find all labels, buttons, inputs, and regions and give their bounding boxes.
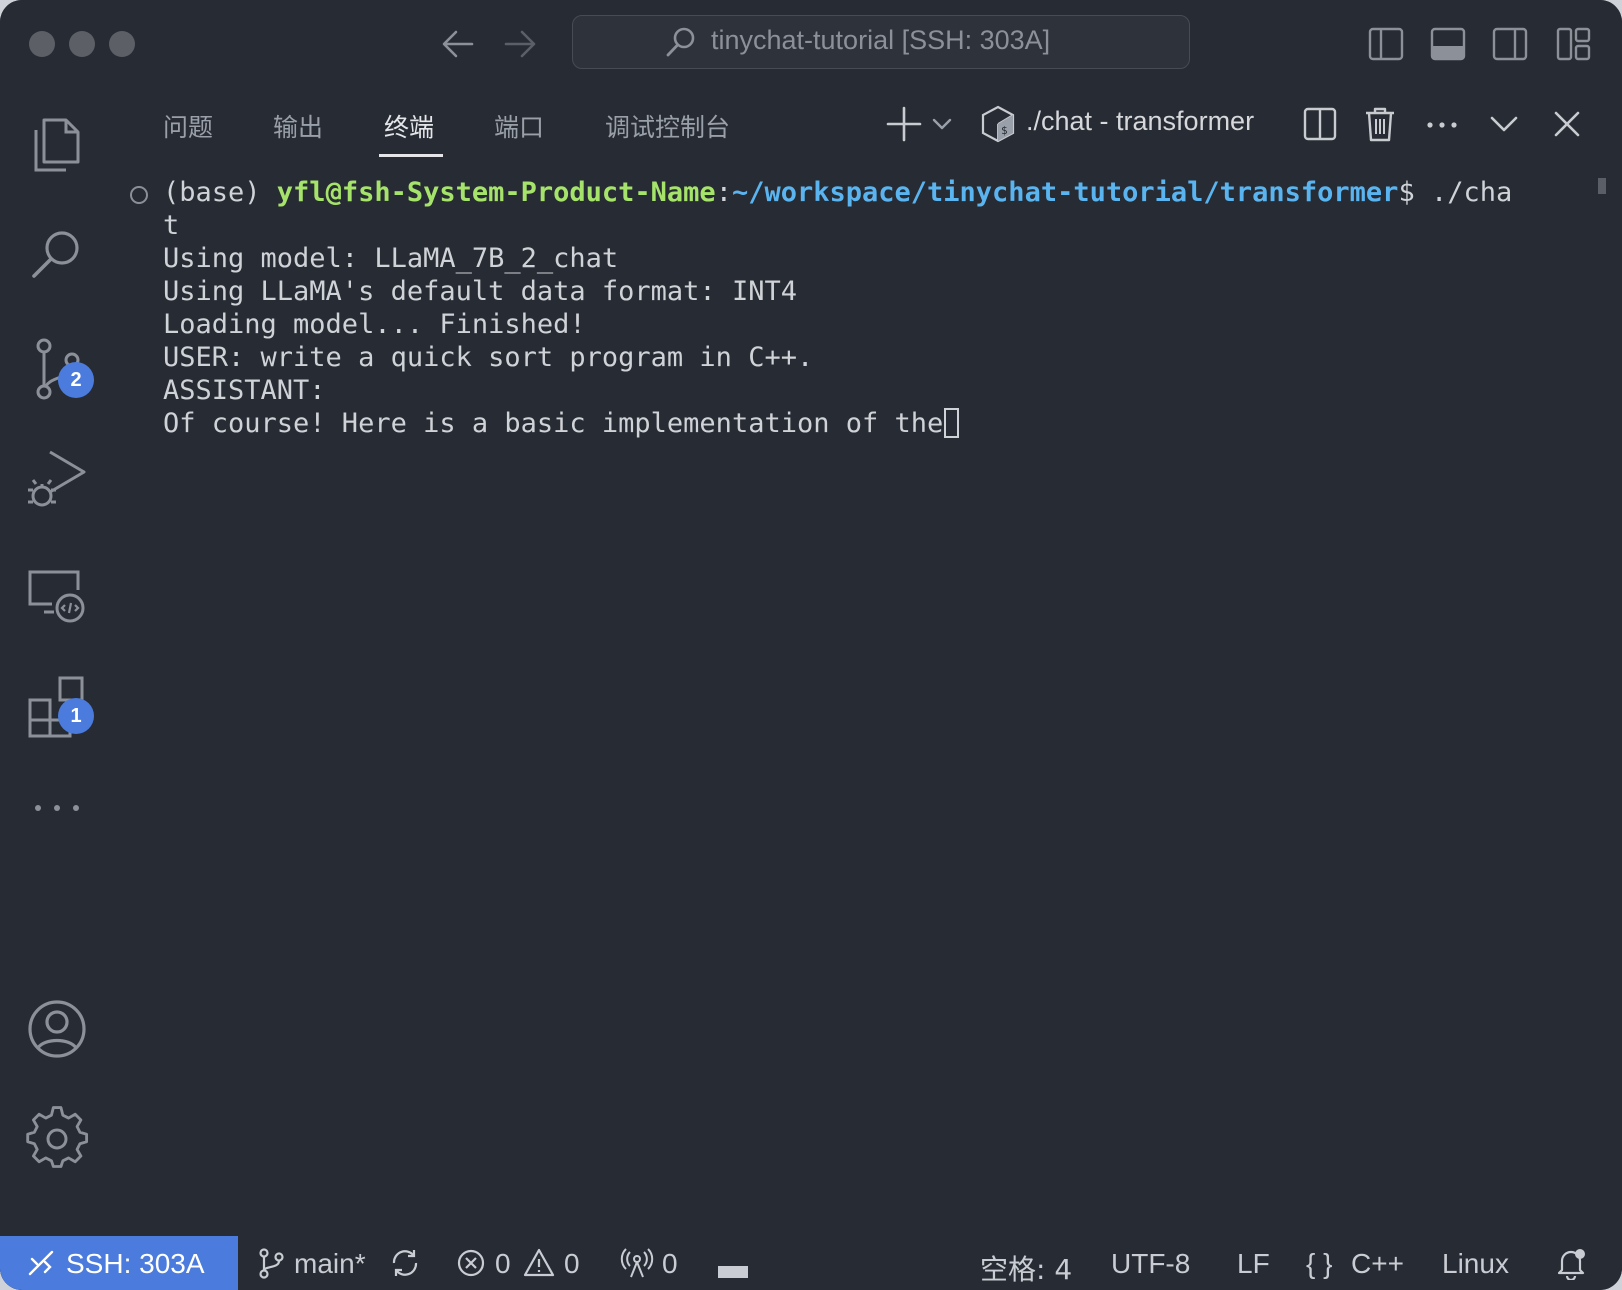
zoom-window-button[interactable]	[109, 31, 135, 57]
remote-explorer-button[interactable]	[22, 560, 92, 630]
broadcast-ports-icon	[620, 1248, 654, 1278]
prompt-separator: :	[715, 177, 732, 208]
search-icon	[666, 27, 695, 57]
svg-text:$: $	[1001, 124, 1008, 137]
customize-layout-icon[interactable]	[1554, 24, 1594, 64]
errors-count[interactable]: 0	[495, 1248, 511, 1280]
remote-explorer-icon	[28, 570, 85, 623]
panel-indicator-icon[interactable]	[718, 1266, 748, 1278]
tab-terminal[interactable]: 终端	[384, 108, 434, 144]
notifications-bell-icon[interactable]	[1554, 1246, 1588, 1280]
new-terminal-icon[interactable]	[884, 104, 924, 144]
terminal-line: Using model: LLaMA_7B_2_chat	[163, 243, 619, 274]
source-control-badge: 2	[58, 362, 94, 398]
language-braces-icon: { }	[1306, 1248, 1333, 1279]
remote-icon	[28, 1250, 54, 1276]
terminal-prompt-line: (base) yfl@fsh-System-Product-Name:~/wor…	[163, 176, 1512, 210]
toggle-secondary-sidebar-icon[interactable]	[1490, 24, 1530, 64]
terminal-cursor	[944, 408, 960, 438]
status-bar: SSH: 303A main* 0 0 0 空格: 4 UTF-8 LF {}…	[0, 1236, 1622, 1290]
prompt-user-host: yfl@fsh-System-Product-Name	[276, 177, 716, 208]
activity-bar: 2 1	[0, 88, 112, 1236]
more-icon	[35, 805, 79, 811]
git-branch-label[interactable]: main*	[294, 1248, 366, 1280]
go-forward-icon[interactable]	[498, 22, 542, 66]
terminal-line: Loading model... Finished!	[163, 309, 586, 340]
tab-problems[interactable]: 问题	[163, 108, 213, 144]
prompt-path: ~/workspace/tinychat-tutorial/transforme…	[731, 177, 1399, 208]
tab-debug-console[interactable]: 调试控制台	[605, 108, 730, 144]
run-and-debug-button[interactable]	[22, 446, 92, 516]
forwarded-ports-count[interactable]: 0	[662, 1248, 678, 1280]
files-icon	[34, 118, 80, 172]
extensions-button[interactable]: 1	[22, 670, 94, 740]
remote-label: SSH: 303A	[66, 1248, 205, 1279]
account-icon	[28, 1000, 86, 1058]
source-control-button[interactable]: 2	[22, 334, 94, 404]
split-terminal-icon[interactable]	[1300, 104, 1340, 144]
toggle-panel-icon[interactable]	[1428, 24, 1468, 64]
indentation-setting[interactable]: 空格: 4	[980, 1248, 1072, 1288]
conda-env: (base)	[163, 177, 277, 208]
vscode-window: tinychat-tutorial [SSH: 303A] 2 1 问题 输出 …	[0, 0, 1622, 1290]
close-panel-icon[interactable]	[1547, 104, 1587, 144]
title-bar: tinychat-tutorial [SSH: 303A]	[0, 0, 1622, 88]
language-mode[interactable]: C++	[1351, 1248, 1404, 1280]
search-view-button[interactable]	[22, 220, 92, 290]
explorer-button[interactable]	[22, 104, 92, 174]
more-actions-icon[interactable]	[1422, 104, 1462, 144]
trash-icon[interactable]	[1360, 104, 1400, 144]
platform-configuration[interactable]: Linux	[1442, 1248, 1509, 1280]
active-tab-indicator	[379, 154, 443, 157]
chevron-down-icon[interactable]	[922, 104, 962, 144]
terminal-line: ASSISTANT:	[163, 375, 326, 406]
terminal-shell-icon: $	[981, 105, 1015, 143]
active-terminal-name[interactable]: ./chat - transformer	[1026, 106, 1254, 137]
terminal-last-line: Of course! Here is a basic implementatio…	[163, 407, 960, 441]
toggle-primary-sidebar-icon[interactable]	[1366, 24, 1406, 64]
warning-icon	[523, 1248, 555, 1277]
command-center-label: tinychat-tutorial [SSH: 303A]	[711, 25, 1051, 55]
warnings-count[interactable]: 0	[564, 1248, 580, 1280]
manage-settings-button[interactable]	[22, 1104, 92, 1174]
go-back-icon[interactable]	[436, 22, 480, 66]
terminal-line: Using LLaMA's default data format: INT4	[163, 276, 797, 307]
sync-icon[interactable]	[388, 1246, 422, 1280]
terminal-line-text: Of course! Here is a basic implementatio…	[163, 408, 944, 439]
command-center-search[interactable]: tinychat-tutorial [SSH: 303A]	[572, 15, 1190, 69]
close-window-button[interactable]	[29, 31, 55, 57]
accounts-button[interactable]	[22, 994, 92, 1064]
more-views-button[interactable]	[22, 774, 92, 844]
maximize-panel-chevron-icon[interactable]	[1484, 104, 1524, 144]
terminal-line: USER: write a quick sort program in C++.	[163, 342, 814, 373]
search-icon	[32, 231, 79, 278]
prompt-command: $ ./cha	[1398, 177, 1513, 208]
settings-gear-icon	[26, 1106, 89, 1168]
run-debug-icon	[28, 450, 86, 507]
remote-indicator[interactable]: SSH: 303A	[0, 1236, 238, 1290]
tab-ports[interactable]: 端口	[494, 108, 544, 144]
terminal-scrollbar[interactable]	[1598, 178, 1606, 194]
terminal-line: t	[163, 210, 180, 241]
minimize-window-button[interactable]	[69, 31, 95, 57]
eol-setting[interactable]: LF	[1237, 1248, 1270, 1280]
extensions-badge: 1	[58, 698, 94, 734]
encoding-setting[interactable]: UTF-8	[1111, 1248, 1190, 1280]
command-decoration-icon[interactable]	[130, 186, 148, 204]
error-icon	[457, 1249, 485, 1277]
tab-output[interactable]: 输出	[273, 108, 323, 144]
terminal-output[interactable]: (base) yfl@fsh-System-Product-Name:~/wor…	[130, 172, 1580, 1222]
git-branch-icon	[259, 1248, 284, 1279]
